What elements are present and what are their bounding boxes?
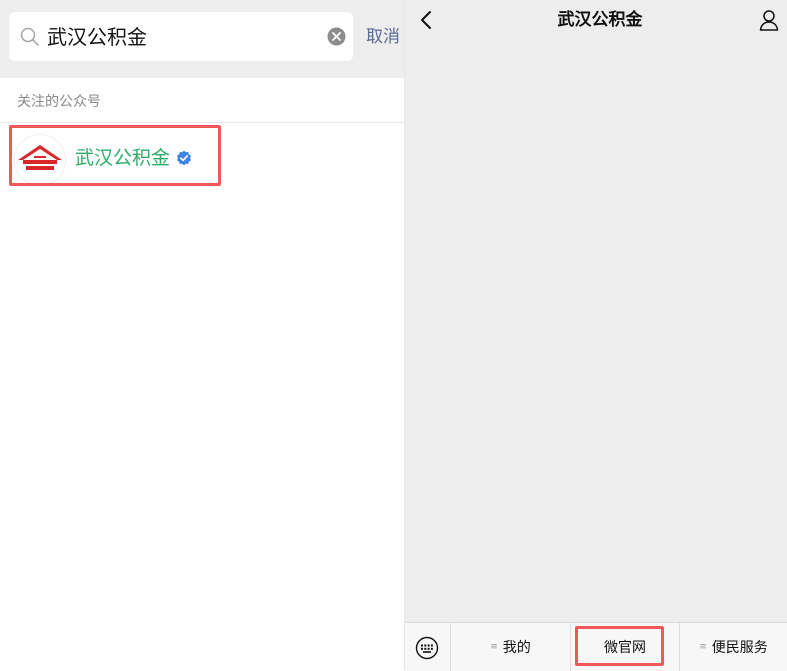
page-title: 武汉公积金: [557, 10, 643, 30]
search-input[interactable]: 武汉公积金: [9, 12, 353, 61]
section-title: 关注的公众号: [17, 94, 101, 110]
highlight-box: [9, 125, 221, 186]
nav-bar: 武汉公积金: [405, 0, 787, 40]
submenu-icon: ≡: [699, 642, 707, 652]
search-results-pane: 武汉公积金 取消 关注的公众号 武汉公积金: [0, 0, 404, 670]
search-bar: 武汉公积金 取消: [0, 0, 404, 78]
menu-item-services[interactable]: ≡ 便民服务: [680, 623, 787, 671]
search-icon: [20, 27, 39, 46]
keyboard-icon: [415, 636, 439, 660]
chat-pane: 武汉公积金 ≡ 我的 微官网 ≡ 便民服务: [405, 0, 787, 671]
search-query-text: 武汉公积金: [47, 25, 147, 49]
profile-icon[interactable]: [759, 9, 779, 31]
clear-icon[interactable]: [327, 27, 346, 46]
cancel-button[interactable]: 取消: [366, 24, 400, 50]
menu-item-label: 便民服务: [711, 640, 768, 656]
highlight-box: [575, 626, 664, 666]
section-header: 关注的公众号: [0, 78, 404, 123]
menu-item-label: 我的: [502, 640, 531, 656]
keyboard-toggle-button[interactable]: [405, 623, 451, 671]
menu-item-mine[interactable]: ≡ 我的: [451, 623, 571, 671]
submenu-icon: ≡: [490, 642, 498, 652]
